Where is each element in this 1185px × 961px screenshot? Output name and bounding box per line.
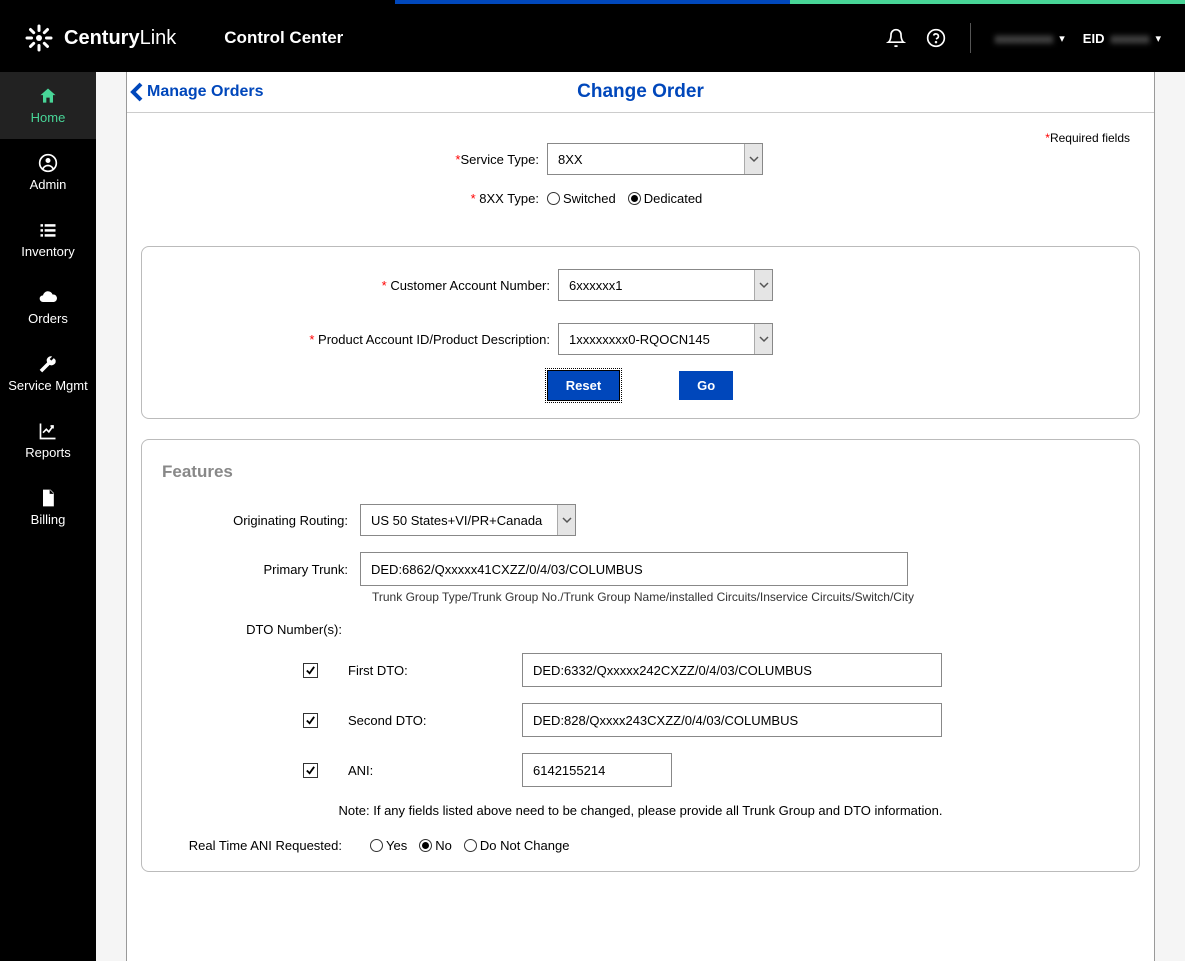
user-circle-icon bbox=[38, 153, 58, 173]
go-button[interactable]: Go bbox=[679, 371, 733, 400]
sidebar-item-label: Admin bbox=[30, 177, 67, 192]
sidebar-item-label: Billing bbox=[31, 512, 66, 527]
radio-label: Switched bbox=[563, 191, 616, 206]
features-panel: Features Originating Routing: US 50 Stat… bbox=[141, 439, 1140, 872]
xx-type-label: 8XX Type: bbox=[479, 191, 539, 206]
chevron-down-icon: ▾ bbox=[1059, 32, 1065, 45]
radio-label: Dedicated bbox=[644, 191, 703, 206]
list-icon bbox=[38, 220, 58, 240]
second-dto-input[interactable] bbox=[522, 703, 942, 737]
back-button[interactable]: Manage Orders bbox=[129, 82, 263, 102]
primary-trunk-hint: Trunk Group Type/Trunk Group No./Trunk G… bbox=[372, 590, 1121, 604]
radio-switched[interactable]: Switched bbox=[547, 191, 616, 206]
radio-rta-dnc[interactable]: Do Not Change bbox=[464, 838, 570, 853]
second-dto-label: Second DTO: bbox=[348, 713, 522, 728]
select-value: US 50 States+VI/PR+Canada bbox=[361, 513, 557, 528]
chevron-left-icon bbox=[129, 82, 145, 102]
chevron-down-icon bbox=[754, 270, 772, 300]
service-type-label: Service Type: bbox=[460, 152, 539, 167]
sidebar-item-label: Inventory bbox=[21, 244, 74, 259]
page-title: Change Order bbox=[577, 81, 704, 103]
cust-acct-label: Customer Account Number: bbox=[390, 278, 550, 293]
document-icon bbox=[38, 488, 58, 508]
radio-label: Do Not Change bbox=[480, 838, 570, 853]
first-dto-input[interactable] bbox=[522, 653, 942, 687]
help-icon[interactable] bbox=[926, 28, 946, 48]
radio-rta-no[interactable]: No bbox=[419, 838, 452, 853]
second-dto-checkbox[interactable] bbox=[303, 713, 318, 728]
prod-acct-select[interactable]: 1xxxxxxxx0-RQOCN145 bbox=[558, 323, 773, 355]
features-title: Features bbox=[162, 462, 1121, 482]
orig-routing-label: Originating Routing: bbox=[160, 513, 360, 528]
radio-dedicated[interactable]: Dedicated bbox=[628, 191, 703, 206]
brand-suffix: Link bbox=[140, 27, 177, 49]
app-header: CenturyLink Control Center xxxxxxxxx ▾ E… bbox=[0, 4, 1185, 72]
wrench-icon bbox=[38, 354, 58, 374]
radio-label: Yes bbox=[386, 838, 407, 853]
reset-button[interactable]: Reset bbox=[548, 371, 619, 400]
features-note: Note: If any fields listed above need to… bbox=[160, 803, 1121, 818]
eid-value: xxxxxx bbox=[1110, 31, 1149, 46]
dto-label: DTO Number(s): bbox=[160, 622, 350, 637]
bell-icon[interactable] bbox=[886, 28, 906, 48]
ani-label: ANI: bbox=[348, 763, 522, 778]
select-value: 1xxxxxxxx0-RQOCN145 bbox=[559, 332, 754, 347]
eid-label: EID bbox=[1083, 31, 1105, 46]
sidebar-item-billing[interactable]: Billing bbox=[0, 474, 96, 541]
service-type-select[interactable]: 8XX bbox=[547, 143, 763, 175]
starburst-icon bbox=[24, 23, 54, 53]
sidebar-item-orders[interactable]: Orders bbox=[0, 273, 96, 340]
orig-routing-select[interactable]: US 50 States+VI/PR+Canada bbox=[360, 504, 576, 536]
sidebar-item-label: Orders bbox=[28, 311, 68, 326]
chevron-down-icon bbox=[754, 324, 772, 354]
sidebar-item-admin[interactable]: Admin bbox=[0, 139, 96, 206]
first-dto-checkbox[interactable] bbox=[303, 663, 318, 678]
user-menu[interactable]: xxxxxxxxx ▾ EID xxxxxx ▾ bbox=[995, 31, 1161, 46]
back-label: Manage Orders bbox=[147, 83, 263, 101]
brand-logo: CenturyLink bbox=[24, 23, 176, 53]
sidebar-item-label: Service Mgmt bbox=[8, 378, 87, 393]
prod-acct-label: Product Account ID/Product Description: bbox=[318, 332, 550, 347]
sidebar-item-label: Home bbox=[31, 110, 66, 125]
sidebar: Home Admin Inventory Orders Service Mgmt… bbox=[0, 72, 96, 961]
sidebar-item-home[interactable]: Home bbox=[0, 72, 96, 139]
radio-rta-yes[interactable]: Yes bbox=[370, 838, 407, 853]
radio-label: No bbox=[435, 838, 452, 853]
select-value: 8XX bbox=[548, 152, 744, 167]
ani-checkbox[interactable] bbox=[303, 763, 318, 778]
chevron-down-icon bbox=[744, 144, 762, 174]
account-panel: * Customer Account Number: 6xxxxxx1 * Pr… bbox=[141, 246, 1140, 419]
chart-line-icon bbox=[38, 421, 58, 441]
chevron-down-icon: ▾ bbox=[1155, 32, 1161, 45]
brand-prefix: Century bbox=[64, 27, 140, 49]
sidebar-item-inventory[interactable]: Inventory bbox=[0, 206, 96, 273]
chevron-down-icon bbox=[557, 505, 575, 535]
required-note: *Required fields bbox=[1045, 131, 1130, 145]
home-icon bbox=[38, 86, 58, 106]
sidebar-item-service-mgmt[interactable]: Service Mgmt bbox=[0, 340, 96, 407]
rta-label: Real Time ANI Requested: bbox=[160, 838, 370, 853]
app-title: Control Center bbox=[224, 28, 343, 48]
first-dto-label: First DTO: bbox=[348, 663, 522, 678]
ani-input[interactable] bbox=[522, 753, 672, 787]
username: xxxxxxxxx bbox=[995, 31, 1054, 46]
primary-trunk-label: Primary Trunk: bbox=[160, 562, 360, 577]
sidebar-item-label: Reports bbox=[25, 445, 71, 460]
sidebar-item-reports[interactable]: Reports bbox=[0, 407, 96, 474]
cust-acct-select[interactable]: 6xxxxxx1 bbox=[558, 269, 773, 301]
primary-trunk-input[interactable] bbox=[360, 552, 908, 586]
select-value: 6xxxxxx1 bbox=[559, 278, 754, 293]
cloud-down-icon bbox=[38, 287, 58, 307]
